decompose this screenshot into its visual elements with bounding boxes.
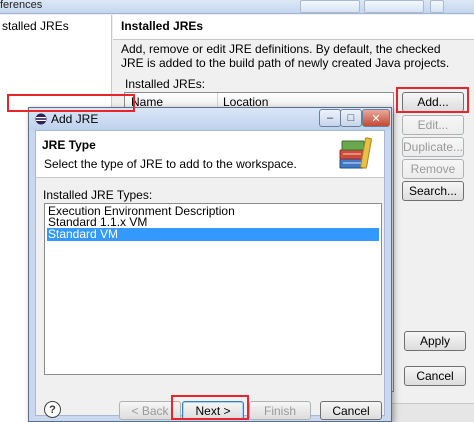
dialog-title: Add JRE (51, 112, 99, 126)
edit-button[interactable]: Edit... (402, 115, 464, 135)
ghost-tab (364, 0, 424, 13)
page-title: Installed JREs (121, 19, 204, 33)
search-button[interactable]: Search... (402, 181, 464, 201)
preferences-bottom-bar (390, 403, 474, 422)
wizard-header: JRE Type Select the type of JRE to add t… (36, 131, 384, 178)
highlight-box-add (396, 87, 469, 113)
jre-types-list[interactable]: Execution Environment Description Standa… (44, 203, 382, 375)
finish-button[interactable]: Finish (249, 401, 311, 420)
maximize-icon[interactable]: □ (340, 109, 362, 127)
add-jre-dialog: Add JRE – □ ✕ JRE Type Select the type o… (28, 107, 392, 422)
duplicate-button[interactable]: Duplicate... (402, 137, 464, 157)
jre-library-icon (339, 137, 372, 169)
preferences-cancel-button[interactable]: Cancel (404, 366, 466, 386)
apply-button[interactable]: Apply (404, 331, 466, 351)
remove-button[interactable]: Remove (402, 159, 464, 179)
wizard-page-title: JRE Type (42, 138, 96, 152)
ghost-control (430, 0, 444, 13)
highlight-box-standard-vm (7, 94, 135, 112)
installed-jre-types-label: Installed JRE Types: (43, 188, 153, 202)
list-item-standard-vm[interactable]: Standard VM (47, 228, 379, 241)
help-icon[interactable]: ? (44, 401, 61, 418)
preferences-title: ferences (0, 0, 43, 11)
tree-item-installed-jres[interactable]: stalled JREs (2, 19, 69, 33)
preferences-page-header: Installed JREs (113, 15, 474, 40)
highlight-box-next (171, 395, 249, 420)
page-description: Add, remove or edit JRE definitions. By … (121, 42, 450, 70)
close-icon[interactable]: ✕ (362, 109, 390, 127)
preferences-titlebar: ferences (0, 0, 474, 14)
cancel-button[interactable]: Cancel (320, 401, 382, 420)
ghost-tab (300, 0, 360, 13)
eclipse-icon (35, 113, 47, 125)
dialog-body: JRE Type Select the type of JRE to add t… (35, 130, 385, 420)
minimize-icon[interactable]: – (319, 109, 341, 127)
wizard-page-description: Select the type of JRE to add to the wor… (44, 157, 297, 171)
installed-jres-label: Installed JREs: (125, 77, 206, 91)
